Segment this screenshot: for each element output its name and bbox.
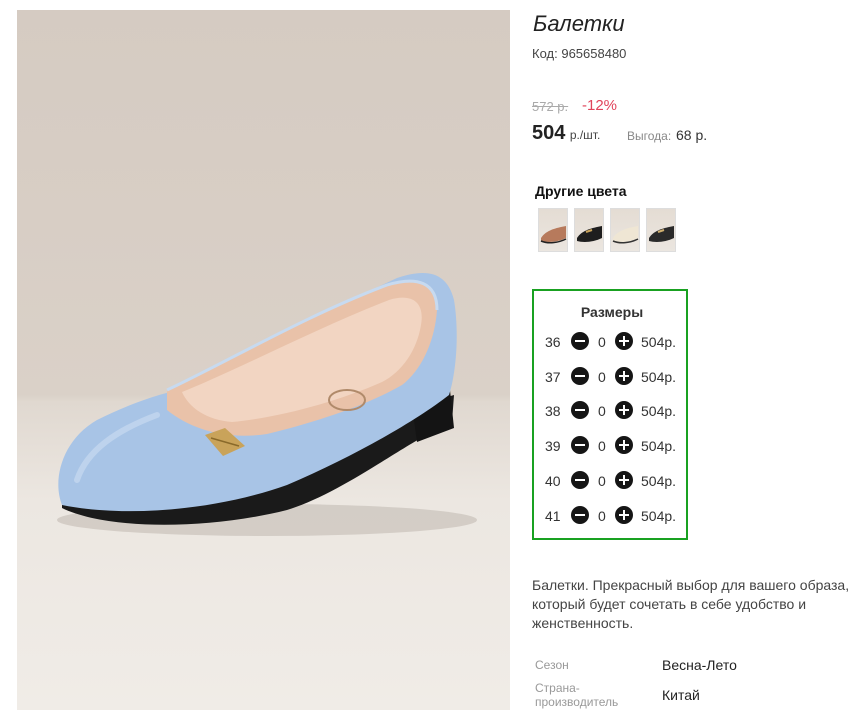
other-colors-title: Другие цвета bbox=[535, 183, 627, 199]
increase-quantity-button[interactable] bbox=[615, 471, 633, 489]
size-row: 36 0 504р. bbox=[534, 331, 690, 351]
increase-quantity-button[interactable] bbox=[615, 332, 633, 350]
quantity-value: 0 bbox=[598, 403, 606, 419]
price-unit: р./шт. bbox=[569, 128, 601, 142]
price-value: 504 bbox=[532, 122, 566, 144]
decrease-quantity-button[interactable] bbox=[571, 471, 589, 489]
quantity-value: 0 bbox=[598, 473, 606, 489]
product-title: Балетки bbox=[533, 11, 625, 36]
product-image[interactable] bbox=[17, 10, 510, 710]
size-price: 504р. bbox=[641, 334, 677, 350]
decrease-quantity-button[interactable] bbox=[571, 401, 589, 419]
size-row: 40 0 504р. bbox=[534, 470, 690, 490]
benefit-value: 68 р. bbox=[676, 127, 708, 143]
decrease-quantity-button[interactable] bbox=[571, 506, 589, 524]
quantity-value: 0 bbox=[598, 334, 606, 350]
product-code-label: Код: bbox=[532, 46, 558, 61]
decrease-quantity-button[interactable] bbox=[571, 332, 589, 350]
size-price: 504р. bbox=[641, 473, 677, 489]
size-row: 41 0 504р. bbox=[534, 505, 690, 525]
color-swatch-beige[interactable] bbox=[610, 208, 640, 252]
old-price: 572 р. bbox=[532, 99, 569, 114]
size-label: 36 bbox=[545, 334, 561, 350]
size-price: 504р. bbox=[641, 438, 677, 454]
color-swatch-brown[interactable] bbox=[538, 208, 568, 252]
size-label: 39 bbox=[545, 438, 561, 454]
discount-badge: -12% bbox=[582, 97, 618, 114]
size-label: 38 bbox=[545, 403, 561, 419]
size-label: 40 bbox=[545, 473, 561, 489]
increase-quantity-button[interactable] bbox=[615, 436, 633, 454]
size-price: 504р. bbox=[641, 508, 677, 524]
ballet-flat-illustration bbox=[57, 273, 477, 536]
sizes-panel: Размеры 36 0 504р. 37 0 504р. 38 0 504р. 39 0 504р.… bbox=[532, 289, 688, 540]
property-value-season: Весна-Лето bbox=[662, 657, 737, 673]
decrease-quantity-button[interactable] bbox=[571, 367, 589, 385]
current-price: 504 р./шт. bbox=[532, 122, 600, 145]
property-label-season: Сезон bbox=[535, 658, 569, 672]
decrease-quantity-button[interactable] bbox=[571, 436, 589, 454]
quantity-value: 0 bbox=[598, 438, 606, 454]
size-price: 504р. bbox=[641, 369, 677, 385]
size-row: 37 0 504р. bbox=[534, 366, 690, 386]
color-swatch-black[interactable] bbox=[574, 208, 604, 252]
sizes-title: Размеры bbox=[580, 304, 644, 320]
size-label: 41 bbox=[545, 508, 561, 524]
size-row: 39 0 504р. bbox=[534, 435, 690, 455]
size-row: 38 0 504р. bbox=[534, 400, 690, 420]
quantity-value: 0 bbox=[598, 369, 606, 385]
quantity-value: 0 bbox=[598, 508, 606, 524]
size-label: 37 bbox=[545, 369, 561, 385]
property-value-country: Китай bbox=[662, 687, 700, 703]
color-swatch-black-gold[interactable] bbox=[646, 208, 676, 252]
product-description: Балетки. Прекрасный выбор для вашего обр… bbox=[532, 577, 850, 631]
increase-quantity-button[interactable] bbox=[615, 367, 633, 385]
property-label-country: Страна-производитель bbox=[535, 681, 619, 709]
product-code: Код: 965658480 bbox=[532, 46, 626, 61]
increase-quantity-button[interactable] bbox=[615, 506, 633, 524]
size-price: 504р. bbox=[641, 403, 677, 419]
benefit-label: Выгода: bbox=[627, 129, 672, 143]
increase-quantity-button[interactable] bbox=[615, 401, 633, 419]
product-code-value: 965658480 bbox=[561, 46, 627, 61]
